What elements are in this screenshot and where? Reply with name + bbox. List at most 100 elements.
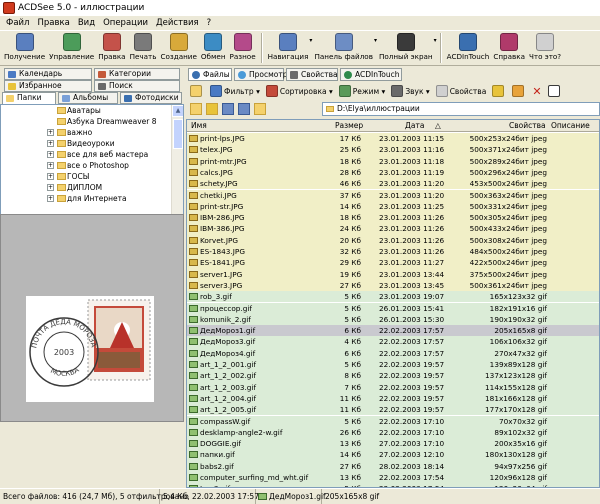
expand-icon[interactable]: +	[47, 173, 54, 180]
toolbar-button-9[interactable]: Полный экран	[377, 31, 435, 62]
toolbar-button-5[interactable]: Обмен	[199, 31, 228, 62]
expand-icon[interactable]: +	[47, 151, 54, 158]
toolbar-button-0[interactable]: Получение	[2, 31, 47, 62]
tab-preview[interactable]: Просмотр	[234, 68, 288, 81]
file-row[interactable]: rob_3.gif 5 Кб 23.01.2003 19:07 165x123x32 …	[187, 291, 599, 303]
menu-operations[interactable]: Операции	[99, 16, 152, 30]
toolbar-button-11[interactable]: Справка	[491, 31, 527, 62]
mode-button[interactable]: Режим ▾	[338, 85, 385, 97]
move-button[interactable]	[512, 85, 526, 97]
toolbar-button-8[interactable]: Панель файлов	[312, 31, 375, 62]
tree-item[interactable]: + все о Photoshop	[1, 160, 183, 171]
column-date[interactable]: Дата	[405, 120, 424, 131]
file-row[interactable]: Korvet.JPG 20 Кб 23.01.2003 11:26 500x308x2…	[187, 234, 599, 246]
file-row[interactable]: art_1_2_001.gif 5 Кб 22.02.2003 19:57 139x8…	[187, 359, 599, 371]
tab-photodisks[interactable]: Фотодиски	[120, 92, 182, 104]
file-row[interactable]: computer_surfing_md_wht.gif 13 Кб 22.02.20…	[187, 472, 599, 484]
file-row[interactable]: schety.JPG 46 Кб 23.01.2003 11:20 453x500x2…	[187, 178, 599, 190]
file-row[interactable]: komunik_2.gif 5 Кб 26.01.2003 15:30 190x190…	[187, 313, 599, 326]
tree-item[interactable]: Азбука Dreamweaver 8	[1, 116, 183, 127]
expand-icon[interactable]: +	[47, 140, 54, 147]
toolbar-button-10[interactable]: ACDInTouch	[445, 31, 492, 62]
file-row[interactable]: compassW.gif 5 Кб 22.02.2003 17:10 70x70x32…	[187, 415, 599, 427]
tab-albums[interactable]: Альбомы	[58, 92, 118, 104]
file-row[interactable]: IBM-286.JPG 18 Кб 23.01.2003 11:26 500x305x…	[187, 212, 599, 224]
tab-calendar[interactable]: Календарь	[4, 68, 92, 80]
tree-item[interactable]: + ДИПЛОМ	[1, 182, 183, 193]
up-folder-button[interactable]	[190, 85, 204, 97]
tree-item[interactable]: + ГОСЫ	[1, 171, 183, 182]
folder-icon[interactable]	[190, 103, 202, 115]
column-name[interactable]: Имя	[191, 120, 207, 131]
file-row[interactable]: server1.JPG 19 Кб 23.01.2003 13:44 375x500x…	[187, 268, 599, 280]
scroll-up-icon[interactable]: ▲	[172, 105, 183, 117]
expand-icon[interactable]: +	[47, 129, 54, 136]
file-row[interactable]: процессор.gif 5 Кб 26.01.2003 15:41 182x191…	[187, 302, 599, 314]
toolbar-button-6[interactable]: Разное	[228, 31, 258, 62]
forward-icon[interactable]	[238, 103, 250, 115]
column-props[interactable]: Свойства	[509, 120, 546, 131]
file-row[interactable]: ES-1843.JPG 32 Кб 23.01.2003 11:26 484x500x…	[187, 246, 599, 258]
expand-icon[interactable]: +	[47, 162, 54, 169]
tab-folders[interactable]: Папки	[2, 92, 56, 104]
toolbar-button-1[interactable]: Управление	[47, 31, 96, 62]
tree-item[interactable]: + важно	[1, 127, 183, 138]
tab-properties[interactable]: Свойства	[286, 68, 338, 81]
file-row[interactable]: art_1_2_005.gif 11 Кб 22.02.2003 19:57 177x…	[187, 404, 599, 416]
tab-files[interactable]: Файлы	[188, 68, 232, 81]
toolbar-button-7[interactable]: Навигация	[266, 31, 311, 62]
tab-acdintouch[interactable]: ACDInTouch	[340, 68, 402, 81]
tab-categories[interactable]: Категории	[94, 68, 180, 80]
file-row[interactable]: art_1_2_004.gif 11 Кб 22.02.2003 19:57 181x…	[187, 392, 599, 405]
file-row[interactable]: print-str.JPG 14 Кб 23.01.2003 11:25 500x33…	[187, 200, 599, 213]
file-row[interactable]: ДедМороз1.gif 6 Кб 22.02.2003 17:57 205x165…	[187, 325, 599, 337]
expand-icon[interactable]: +	[47, 184, 54, 191]
toolbar-button-12[interactable]: Что это?	[527, 31, 563, 62]
tree-scroll-thumb[interactable]	[173, 119, 183, 149]
rename-button[interactable]	[547, 85, 562, 97]
menu-file[interactable]: Файл	[2, 16, 33, 30]
file-row[interactable]: art_1_2_002.gif 8 Кб 22.02.2003 19:57 137x1…	[187, 370, 599, 382]
file-row[interactable]: babs2.gif 27 Кб 28.02.2003 18:14 94x97x256 …	[187, 460, 599, 472]
menu-edit[interactable]: Правка	[33, 16, 73, 30]
toolbar-button-4[interactable]: Создание	[158, 31, 198, 62]
file-row[interactable]: server3.JPG 27 Кб 23.01.2003 13:45 500x361x…	[187, 279, 599, 292]
tab-favorites[interactable]: Избранное	[4, 80, 92, 92]
file-row[interactable]: DOGGIE.gif 13 Кб 27.02.2003 17:10 200x35x16…	[187, 438, 599, 450]
sound-button[interactable]: Звук ▾	[391, 85, 430, 97]
properties-button[interactable]: Свойства	[435, 85, 486, 97]
tree-item[interactable]: Аватары	[1, 105, 183, 116]
tab-search[interactable]: Поиск	[94, 80, 180, 92]
dropdown-arrow-icon[interactable]: ▾	[434, 37, 437, 44]
file-row[interactable]: IBM-386.JPG 24 Кб 23.01.2003 11:26 500x433x…	[187, 223, 599, 235]
file-row[interactable]: print-mtr.JPG 18 Кб 23.01.2003 11:18 500x28…	[187, 155, 599, 167]
tree-item[interactable]: + все для веб мастера	[1, 149, 183, 160]
expand-icon[interactable]: +	[47, 195, 54, 202]
filter-button[interactable]: Фильтр ▾	[210, 85, 260, 97]
toolbar-button-2[interactable]: Правка	[96, 31, 127, 62]
file-row[interactable]: ES-1841.JPG 29 Кб 23.01.2003 11:27 422x500x…	[187, 257, 599, 269]
file-row[interactable]: telex.JPG 25 Кб 23.01.2003 11:16 500x371x24…	[187, 144, 599, 156]
column-desc[interactable]: Описание	[551, 120, 590, 131]
file-row[interactable]: desklamp-angle2-w.gif 26 Кб 22.02.2003 17:…	[187, 426, 599, 439]
tree-item[interactable]: + Видеоуроки	[1, 138, 183, 149]
copy-button[interactable]	[492, 85, 506, 97]
tree-item[interactable]: + для Интернета	[1, 193, 183, 204]
file-row[interactable]: chetki.JPG 37 Кб 23.01.2003 11:20 500x363x2…	[187, 189, 599, 201]
file-row[interactable]: print-lps.JPG 17 Кб 23.01.2003 11:15 500x25…	[187, 133, 599, 145]
favorite-folder-icon[interactable]	[206, 103, 218, 115]
file-row[interactable]: ДедМороз4.gif 6 Кб 22.02.2003 17:57 270x47x…	[187, 347, 599, 359]
column-size[interactable]: Размер	[335, 120, 363, 131]
delete-button[interactable]: ✕	[532, 85, 541, 98]
path-field[interactable]: D:\Elya\иллюстрации	[322, 102, 600, 116]
file-row[interactable]: ДедМороз3.gif 4 Кб 22.02.2003 17:57 106x106…	[187, 336, 599, 348]
menu-view[interactable]: Вид	[74, 16, 99, 30]
new-folder-icon[interactable]	[254, 103, 266, 115]
toolbar-button-3[interactable]: Печать	[128, 31, 159, 62]
menu-actions[interactable]: Действия	[152, 16, 203, 30]
file-row[interactable]: calcs.JPG 28 Кб 23.01.2003 11:19 500x296x24…	[187, 166, 599, 179]
file-row[interactable]: art_1_2_003.gif 7 Кб 22.02.2003 19:57 114x1…	[187, 381, 599, 393]
menu-help[interactable]: ?	[203, 16, 216, 30]
sort-button[interactable]: Сортировка ▾	[265, 85, 333, 97]
file-row[interactable]: папки.gif 14 Кб 27.02.2003 12:10 180x130x12…	[187, 449, 599, 461]
